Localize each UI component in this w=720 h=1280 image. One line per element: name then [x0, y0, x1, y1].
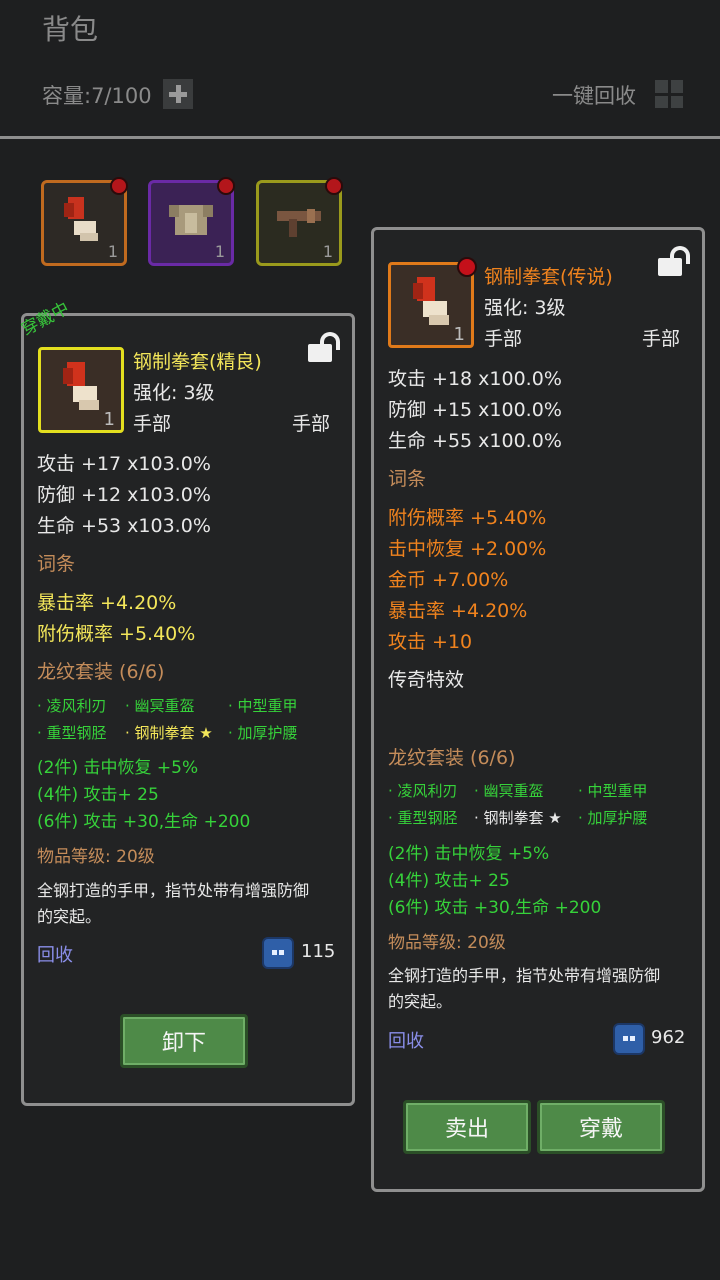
coin-icon	[262, 937, 294, 969]
left-slot-value: 手部	[292, 413, 331, 435]
right-affix: 暴击率 +4.20%	[388, 600, 528, 622]
left-set-item: · 中型重甲	[228, 697, 298, 715]
left-set-title: 龙纹套装 (6/6)	[37, 661, 165, 683]
unlock-icon[interactable]	[658, 246, 692, 276]
right-stat-defense: 防御 +15 x100.0%	[388, 399, 562, 421]
slot-count: 1	[107, 242, 118, 261]
left-affix: 暴击率 +4.20%	[37, 592, 177, 614]
new-badge	[217, 177, 235, 195]
inventory-slot-armor[interactable]: 1	[148, 177, 235, 266]
right-affix: 击中恢复 +2.00%	[388, 538, 547, 560]
sell-button[interactable]: 卖出	[403, 1100, 531, 1154]
right-affix-title: 词条	[388, 468, 427, 490]
left-set-item-current: · 钢制拳套 ★	[125, 724, 213, 742]
right-stat-hp: 生命 +55 x100.0%	[388, 430, 562, 452]
grid-view-icon[interactable]	[653, 78, 685, 110]
left-item-name: 钢制拳套(精良)	[133, 351, 262, 373]
right-slot-value: 手部	[642, 328, 681, 350]
right-set-item: · 凌风利刃	[388, 782, 458, 800]
right-set-item: · 加厚护腰	[578, 809, 648, 827]
right-set-bonus: (6件) 攻击 +30,生命 +200	[388, 898, 602, 918]
left-set-bonus: (2件) 击中恢复 +5%	[37, 758, 199, 778]
right-slot-label: 手部	[484, 328, 523, 350]
left-description-2: 的突起。	[37, 907, 102, 926]
inventory-slot-gauntlet[interactable]: 1	[41, 177, 128, 266]
header-divider	[0, 136, 720, 139]
right-stat-attack: 攻击 +18 x100.0%	[388, 368, 562, 390]
left-set-item: · 重型钢胫	[37, 724, 107, 742]
left-stat-attack: 攻击 +17 x103.0%	[37, 453, 211, 475]
inventory-slot-belt[interactable]: 1	[256, 177, 343, 266]
slot-count: 1	[214, 242, 225, 261]
left-item-icon: 1	[38, 347, 124, 433]
left-price: 115	[301, 941, 336, 962]
capacity-label: 容量:7/100	[42, 84, 152, 108]
left-set-bonus: (4件) 攻击+ 25	[37, 785, 159, 805]
left-item-level: 物品等级: 20级	[37, 847, 155, 867]
left-stat-hp: 生命 +53 x103.0%	[37, 515, 211, 537]
left-stat-defense: 防御 +12 x103.0%	[37, 484, 211, 506]
new-badge	[325, 177, 343, 195]
left-affix-title: 词条	[37, 553, 76, 575]
right-legend-title: 传奇特效	[388, 669, 465, 691]
left-set-item: · 凌风利刃	[37, 697, 107, 715]
right-description-1: 全钢打造的手甲，指节处带有增强防御	[388, 966, 661, 985]
top-bar: 背包 容量:7/100 一键回收	[0, 0, 720, 140]
right-set-title: 龙纹套装 (6/6)	[388, 747, 516, 769]
right-set-item: · 中型重甲	[578, 782, 648, 800]
unlock-icon[interactable]	[308, 332, 342, 362]
right-set-item: · 幽冥重盔	[474, 782, 544, 800]
left-slot-label: 手部	[133, 413, 172, 435]
right-recycle-link[interactable]: 回收	[388, 1027, 424, 1053]
right-set-item: · 重型钢胫	[388, 809, 458, 827]
item-count: 1	[103, 409, 115, 430]
new-badge	[110, 177, 128, 195]
right-set-item-current: · 钢制拳套 ★	[474, 809, 562, 827]
left-description-1: 全钢打造的手甲，指节处带有增强防御	[37, 881, 310, 900]
right-affix: 附伤概率 +5.40%	[388, 507, 547, 529]
left-enhance: 强化: 3级	[133, 382, 215, 404]
item-count: 1	[453, 324, 465, 345]
equip-button[interactable]: 穿戴	[537, 1100, 665, 1154]
right-item-icon: 1	[388, 257, 477, 348]
right-item-level: 物品等级: 20级	[388, 933, 506, 953]
left-affix: 附伤概率 +5.40%	[37, 623, 196, 645]
left-set-bonus: (6件) 攻击 +30,生命 +200	[37, 812, 251, 832]
page-title: 背包	[42, 13, 99, 46]
right-description-2: 的突起。	[388, 992, 453, 1011]
right-affix: 攻击 +10	[388, 631, 473, 653]
left-set-item: · 幽冥重盔	[125, 697, 195, 715]
left-recycle-link[interactable]: 回收	[37, 941, 73, 967]
right-set-bonus: (2件) 击中恢复 +5%	[388, 844, 550, 864]
recycle-all-button[interactable]: 一键回收	[552, 80, 636, 110]
right-price: 962	[651, 1027, 686, 1048]
coin-icon	[613, 1023, 645, 1055]
right-set-bonus: (4件) 攻击+ 25	[388, 871, 510, 891]
new-badge	[457, 257, 477, 277]
right-affix: 金币 +7.00%	[388, 569, 509, 591]
expand-capacity-button[interactable]	[163, 79, 193, 109]
slot-count: 1	[322, 242, 333, 261]
right-enhance: 强化: 3级	[484, 297, 566, 319]
right-item-name: 钢制拳套(传说)	[484, 266, 613, 288]
unequip-button[interactable]: 卸下	[120, 1014, 248, 1068]
left-set-item: · 加厚护腰	[228, 724, 298, 742]
